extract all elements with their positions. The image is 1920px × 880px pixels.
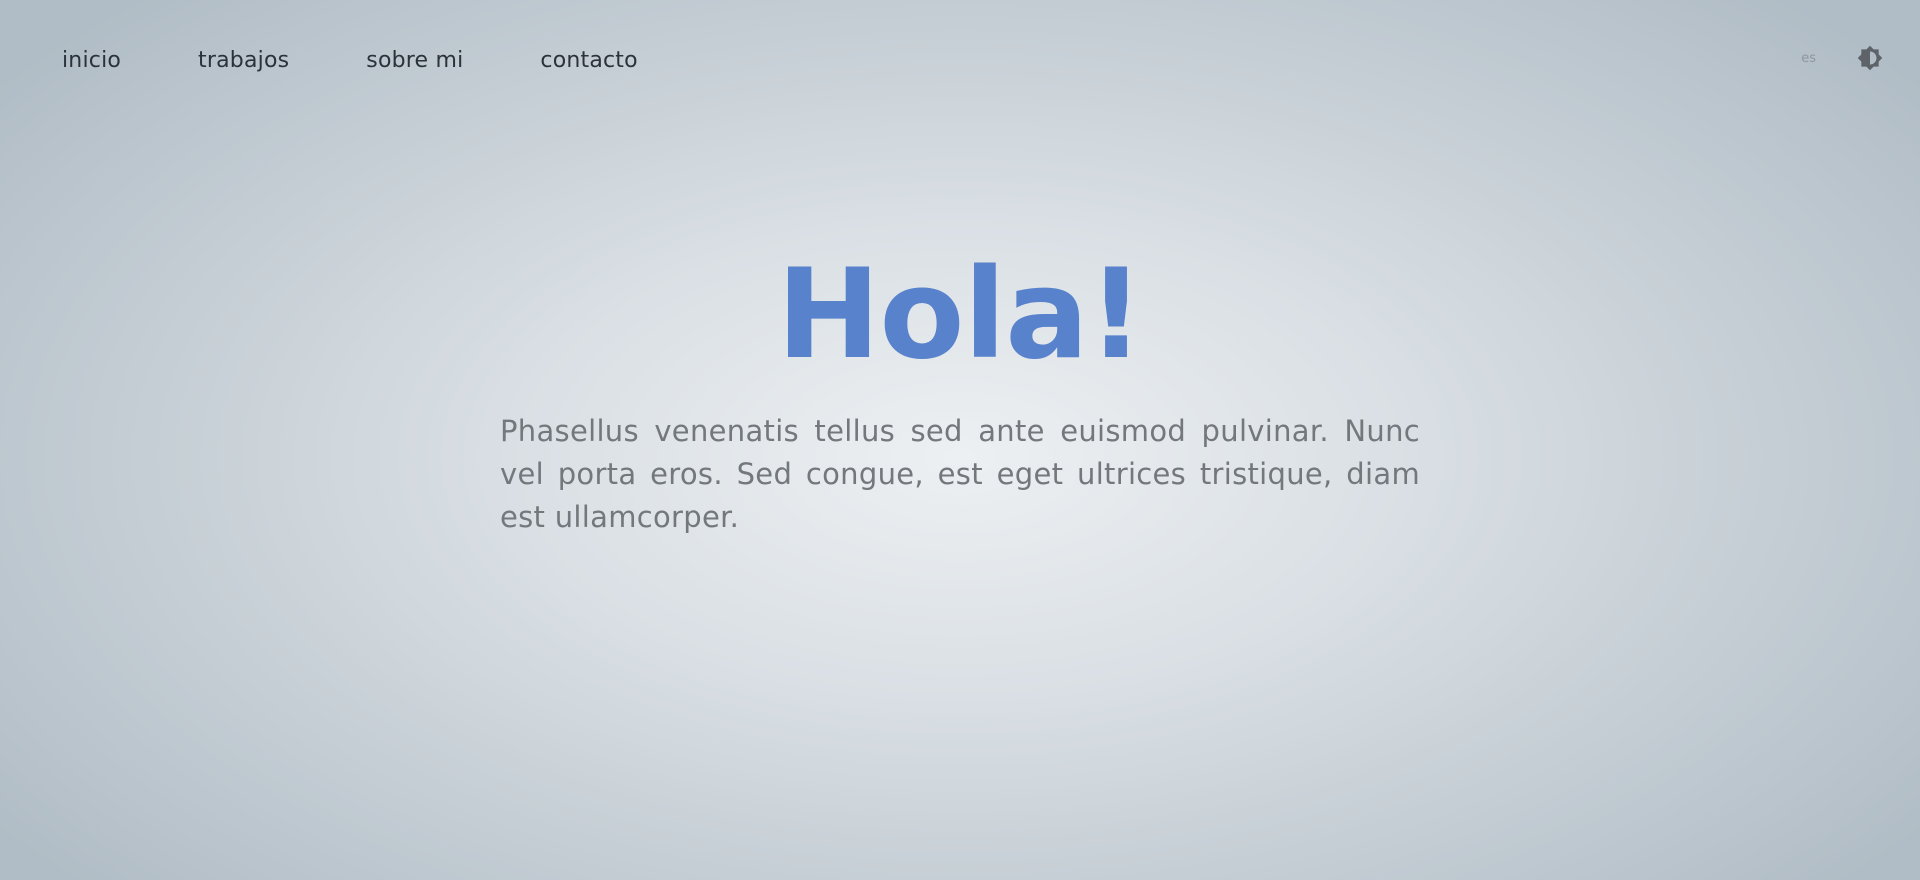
language-switcher[interactable]: es: [1801, 51, 1816, 66]
theme-toggle-button[interactable]: [1856, 44, 1884, 72]
nav-link-trabajos[interactable]: trabajos: [198, 48, 289, 73]
brightness-icon: [1857, 45, 1883, 71]
header-controls: es: [1801, 42, 1884, 74]
nav-link-inicio[interactable]: inicio: [62, 48, 121, 73]
nav-link-sobre-mi[interactable]: sobre mi: [366, 48, 463, 73]
main-nav: inicio trabajos sobre mi contacto: [62, 44, 638, 76]
hero-description: Phasellus venenatis tellus sed ante euis…: [500, 414, 1420, 534]
hero-title: Hola!: [776, 243, 1145, 387]
nav-link-contacto[interactable]: contacto: [540, 48, 637, 73]
